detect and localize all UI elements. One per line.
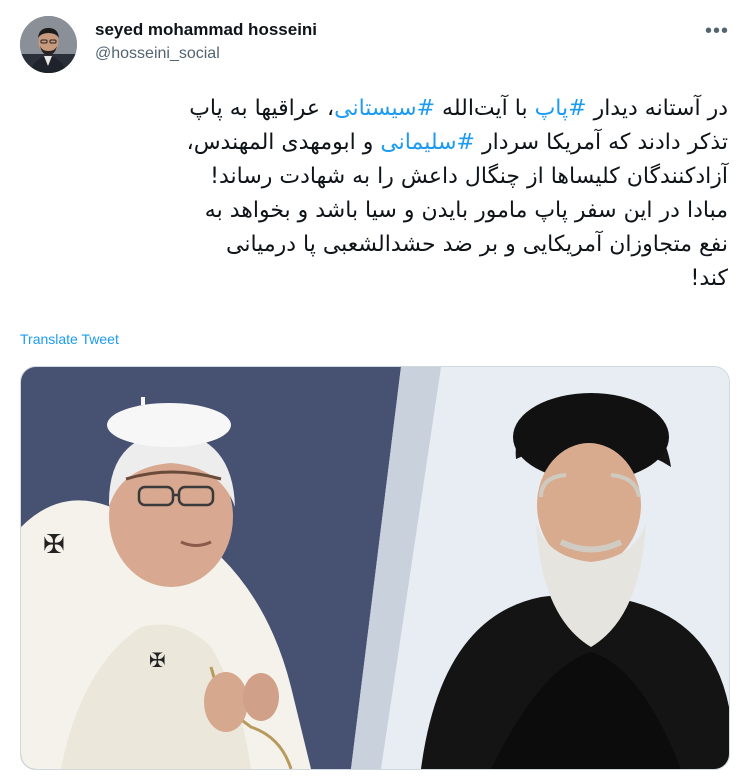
hashtag-link[interactable]: #پاپ bbox=[535, 96, 587, 121]
tweet-text-segment: کند! bbox=[690, 266, 728, 291]
avatar-image bbox=[20, 16, 77, 73]
author-handle[interactable]: @hosseini_social bbox=[95, 45, 220, 63]
tweet-text-segment: تذکر دادند که آمریکا سردار bbox=[474, 130, 728, 155]
tweet-text-line: در آستانه دیدار #پاپ با آیت‌الله #سیستان… bbox=[20, 92, 728, 126]
tweet-text-segment: و ابومهدی المهندس، bbox=[186, 130, 381, 155]
tweet-text-segment: ، عراقیها به پاپ bbox=[189, 96, 335, 121]
hashtag-link[interactable]: #سیستانی bbox=[334, 96, 435, 121]
tweet-photo[interactable]: ✠ ✠ bbox=[20, 366, 730, 770]
svg-text:✠: ✠ bbox=[43, 530, 65, 560]
more-horizontal-icon: ••• bbox=[704, 19, 729, 42]
translate-tweet-link[interactable]: Translate Tweet bbox=[20, 331, 119, 347]
tweet-text-segment: با آیت‌الله bbox=[435, 96, 535, 121]
tweet-text-line: کند! bbox=[20, 262, 728, 296]
tweet-text: در آستانه دیدار #پاپ با آیت‌الله #سیستان… bbox=[20, 92, 728, 296]
tweet-text-segment: نفع متجاوزان آمریکایی و بر ضد حشدالشعبی … bbox=[226, 232, 728, 257]
tweet-text-line: نفع متجاوزان آمریکایی و بر ضد حشدالشعبی … bbox=[20, 228, 728, 262]
tweet-text-line: تذکر دادند که آمریکا سردار #سلیمانی و اب… bbox=[20, 126, 728, 160]
tweet-text-segment: آزادکنندگان کلیساها از چنگال داعش را به … bbox=[210, 164, 728, 189]
tweet-text-segment: مبادا در این سفر پاپ مامور بایدن و سیا ب… bbox=[204, 198, 728, 223]
tweet-text-line: آزادکنندگان کلیساها از چنگال داعش را به … bbox=[20, 160, 728, 194]
photo-image: ✠ ✠ bbox=[21, 367, 729, 769]
avatar[interactable] bbox=[20, 16, 77, 73]
svg-text:✠: ✠ bbox=[149, 648, 166, 672]
tweet-text-line: مبادا در این سفر پاپ مامور بایدن و سیا ب… bbox=[20, 194, 728, 228]
tweet-text-segment: در آستانه دیدار bbox=[586, 96, 728, 121]
author-name[interactable]: seyed mohammad hosseini bbox=[95, 20, 317, 40]
tweet-card: seyed mohammad hosseini @hosseini_social… bbox=[0, 0, 748, 781]
hashtag-link[interactable]: #سلیمانی bbox=[380, 130, 475, 155]
more-options-button[interactable]: ••• bbox=[700, 14, 734, 48]
